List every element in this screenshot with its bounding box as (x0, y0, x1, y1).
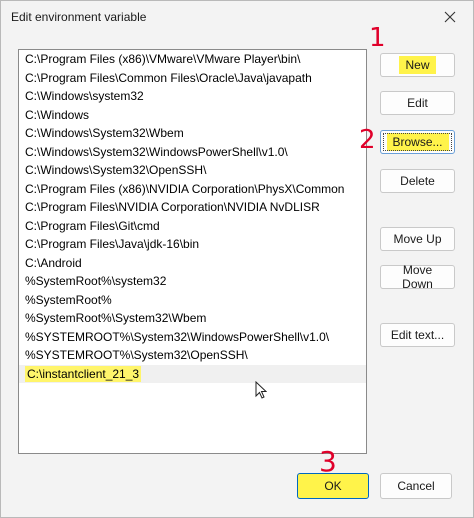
list-item[interactable]: C:\Windows\System32\WindowsPowerShell\v1… (19, 143, 366, 162)
list-item[interactable]: C:\Android (19, 254, 366, 273)
move-up-button[interactable]: Move Up (380, 227, 455, 251)
list-item-selected[interactable]: C:\instantclient_21_3 (19, 364, 366, 383)
window-title: Edit environment variable (11, 10, 147, 24)
new-button[interactable]: New (380, 53, 455, 77)
delete-button[interactable]: Delete (380, 169, 455, 193)
list-item[interactable]: C:\Program Files\Java\jdk-16\bin (19, 235, 366, 254)
list-item[interactable]: %SystemRoot%\System32\Wbem (19, 309, 366, 328)
edit-text-button[interactable]: Edit text... (380, 323, 455, 347)
list-item[interactable]: %SystemRoot%\system32 (19, 272, 366, 291)
browse-button[interactable]: Browse... (380, 130, 455, 154)
mouse-pointer-icon (255, 381, 267, 399)
new-button-label: New (399, 56, 436, 74)
path-list[interactable]: C:\Program Files (x86)\VMware\VMware Pla… (18, 49, 367, 454)
browse-button-label: Browse... (386, 133, 449, 151)
list-item[interactable]: %SystemRoot% (19, 291, 366, 310)
step-2-annotation: 2 (359, 125, 376, 155)
new-path-entry: C:\instantclient_21_3 (25, 365, 142, 382)
close-button[interactable] (439, 6, 461, 28)
cancel-button[interactable]: Cancel (380, 473, 452, 499)
list-item[interactable]: C:\Program Files (x86)\NVIDIA Corporatio… (19, 180, 366, 199)
list-item[interactable]: C:\Windows\System32\OpenSSH\ (19, 161, 366, 180)
step-3-annotation: 3 (319, 445, 337, 478)
edit-button[interactable]: Edit (380, 91, 455, 115)
list-item[interactable]: %SYSTEMROOT%\System32\OpenSSH\ (19, 346, 366, 365)
list-item[interactable]: %SYSTEMROOT%\System32\WindowsPowerShell\… (19, 328, 366, 347)
list-item[interactable]: C:\Program Files\NVIDIA Corporation\NVID… (19, 198, 366, 217)
step-1-annotation: 1 (369, 23, 386, 53)
list-item[interactable]: C:\Program Files\Git\cmd (19, 217, 366, 236)
edit-environment-variable-dialog: Edit environment variable C:\Program Fil… (0, 0, 474, 518)
list-item[interactable]: C:\Windows\system32 (19, 87, 366, 106)
close-icon (444, 11, 456, 23)
list-item[interactable]: C:\Windows (19, 106, 366, 125)
list-item[interactable]: C:\Windows\System32\Wbem (19, 124, 366, 143)
list-item[interactable]: C:\Program Files\Common Files\Oracle\Jav… (19, 69, 366, 88)
list-item[interactable]: C:\Program Files (x86)\VMware\VMware Pla… (19, 50, 366, 69)
move-down-button[interactable]: Move Down (380, 263, 455, 291)
title-bar: Edit environment variable (1, 1, 473, 35)
